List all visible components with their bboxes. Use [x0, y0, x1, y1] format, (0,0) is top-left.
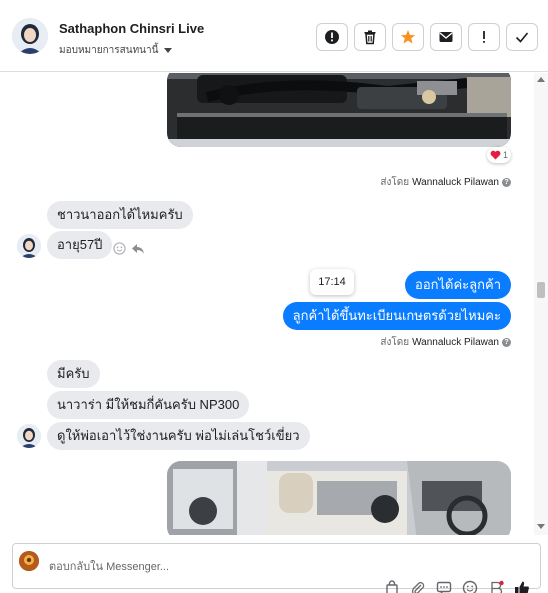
assign-conversation-dropdown[interactable]: มอบหมายการสนทนานี้ [59, 43, 173, 58]
smiley-icon [462, 580, 478, 593]
saved-reply-button[interactable] [384, 580, 400, 593]
message-template-button[interactable] [436, 580, 452, 593]
incoming-message[interactable]: มีครับ [47, 360, 100, 388]
check-icon [515, 32, 529, 43]
sent-by-name: Wannaluck Pilawan [412, 337, 499, 348]
caret-down-icon [164, 48, 173, 53]
trash-icon [364, 30, 376, 45]
alert-circle-icon [325, 30, 339, 44]
star-icon [400, 30, 416, 44]
contact-name[interactable]: Sathaphon Chinsri Live [59, 21, 204, 36]
contact-avatar-small[interactable] [17, 424, 41, 448]
conversation-actions [316, 23, 538, 51]
engine-photo[interactable] [167, 73, 511, 147]
conversation-header: Sathaphon Chinsri Live มอบหมายการสนทนานี… [0, 0, 548, 72]
sent-by-prefix: ส่งโดย [380, 177, 410, 188]
message-thread[interactable]: 1 ส่งโดย Wannaluck Pilawan ? ชาวนาออกได้… [0, 73, 534, 535]
star-button[interactable] [392, 23, 424, 51]
attach-button[interactable] [410, 580, 426, 593]
assign-label: มอบหมายการสนทนานี้ [59, 45, 159, 56]
page-avatar [19, 551, 39, 571]
contact-avatar[interactable] [12, 18, 48, 54]
incoming-message[interactable]: นาวาร่า มีให้ชมกี่คันครับ NP300 [47, 391, 250, 419]
reply-icon[interactable] [131, 242, 145, 255]
car-interior-photo[interactable] [167, 461, 511, 535]
sent-by-label: ส่งโดย Wannaluck Pilawan ? [380, 335, 511, 350]
sent-by-label: ส่งโดย Wannaluck Pilawan ? [380, 175, 511, 190]
emoji-react-icon[interactable] [113, 242, 126, 255]
composer: ตอบกลับใน Messenger... [0, 535, 548, 593]
chat-bubble-icon [436, 581, 452, 593]
conversation-window: Sathaphon Chinsri Live มอบหมายการสนทนานี… [0, 0, 548, 593]
emoji-button[interactable] [462, 580, 478, 593]
reaction-count: 1 [502, 150, 508, 160]
like-button[interactable] [514, 580, 530, 593]
exclamation-icon [483, 31, 485, 43]
message-tools [113, 242, 145, 255]
mark-unread-button[interactable] [430, 23, 462, 51]
composer-tools [384, 580, 530, 593]
timestamp-tooltip: 17:14 [310, 269, 354, 295]
spam-button[interactable] [316, 23, 348, 51]
scroll-down-icon[interactable] [537, 524, 545, 529]
reaction-badge[interactable]: 1 [486, 147, 511, 163]
sticker-button[interactable] [488, 580, 504, 593]
incoming-message[interactable]: อายุ57ปี [47, 231, 113, 259]
flag-button[interactable] [468, 23, 500, 51]
sent-by-name: Wannaluck Pilawan [412, 177, 499, 188]
thumbs-up-icon [515, 581, 529, 593]
thread-scrollbar[interactable] [534, 73, 548, 535]
scroll-thumb[interactable] [537, 282, 545, 298]
outgoing-message[interactable]: ลูกค้าได้ขึ้นทะเบียนเกษตรด้วยไหมคะ [282, 302, 511, 330]
sticker-icon [491, 580, 504, 593]
incoming-message[interactable]: ชาวนาออกได้ไหมครับ [47, 201, 193, 229]
done-button[interactable] [506, 23, 538, 51]
help-icon[interactable]: ? [502, 338, 511, 347]
outgoing-message[interactable]: ออกได้ค่ะลูกค้า [405, 271, 511, 299]
sent-by-prefix: ส่งโดย [380, 337, 410, 348]
envelope-icon [439, 32, 453, 42]
contact-avatar-small[interactable] [17, 234, 41, 258]
reply-input[interactable]: ตอบกลับใน Messenger... [49, 557, 169, 575]
paperclip-icon [411, 582, 425, 593]
help-icon[interactable]: ? [502, 178, 511, 187]
shopping-bag-icon [386, 580, 398, 593]
heart-icon [490, 150, 501, 160]
incoming-message[interactable]: ดูให้พ่อเอาไว้ใช่งานครับ พ่อไม่เล่นโชว์เ… [47, 422, 310, 450]
delete-button[interactable] [354, 23, 386, 51]
scroll-up-icon[interactable] [537, 77, 545, 82]
